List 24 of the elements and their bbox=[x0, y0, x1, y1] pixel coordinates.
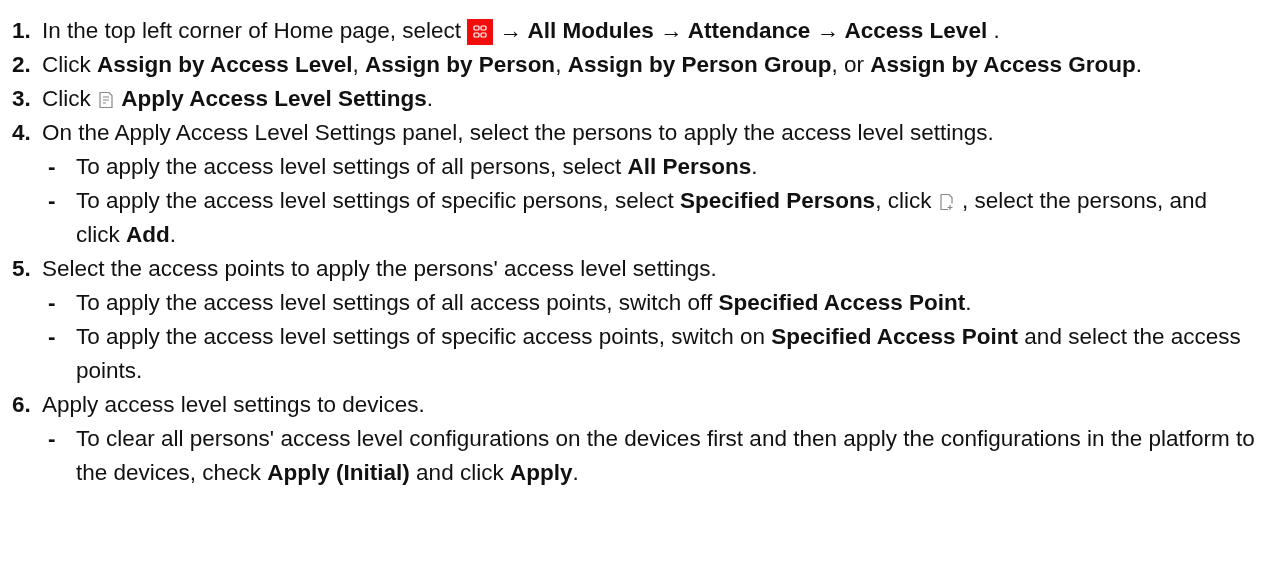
bullet-marker: - bbox=[47, 323, 57, 351]
instruction-text: To apply the access level settings of specific persons, select Specified Persons, click , select the persons, and click Add. bbox=[76, 187, 1209, 249]
bullet-marker: - bbox=[47, 187, 57, 215]
instruction-text: To apply the access level settings of all persons, select All Persons. bbox=[76, 153, 759, 181]
step-number: 4. bbox=[12, 119, 32, 147]
step-number: 6. bbox=[12, 391, 32, 419]
bullet-marker: - bbox=[47, 425, 57, 453]
step-number: 1. bbox=[12, 17, 32, 45]
step-number: 2. bbox=[12, 51, 32, 79]
instruction-text: On the Apply Access Level Settings panel, select the persons to apply the access level settings. bbox=[42, 119, 995, 147]
bullet-marker: - bbox=[47, 153, 57, 181]
instruction-text: In the top left corner of Home page, select → All Modules → Attendance → Access Level . bbox=[42, 14, 1255, 48]
document-icon bbox=[97, 91, 115, 110]
instruction-text: Apply access level settings to devices. bbox=[42, 391, 426, 419]
bullet-marker: - bbox=[47, 289, 57, 317]
step-number: 5. bbox=[12, 255, 32, 283]
instruction-text: Select the access points to apply the persons' access level settings. bbox=[42, 255, 718, 283]
instruction-text: Click Apply Access Level Settings. bbox=[42, 85, 435, 113]
step-number: 3. bbox=[12, 85, 32, 113]
add-file-icon bbox=[937, 193, 956, 212]
instruction-text: To apply the access level settings of all access points, switch off Specified Access Point. bbox=[76, 289, 973, 317]
instruction-text: Click Assign by Access Level, Assign by Person, Assign by Person Group, or Assign by Access Group. bbox=[42, 51, 1143, 79]
instruction-text: To clear all persons' access level configurations on the devices first and then apply the configurations in the platform to the devices, check Apply (Initial) and click Apply. bbox=[76, 425, 1255, 487]
instruction-text: To apply the access level settings of specific access points, switch on Specified Access Point and select the access points. bbox=[76, 323, 1242, 385]
